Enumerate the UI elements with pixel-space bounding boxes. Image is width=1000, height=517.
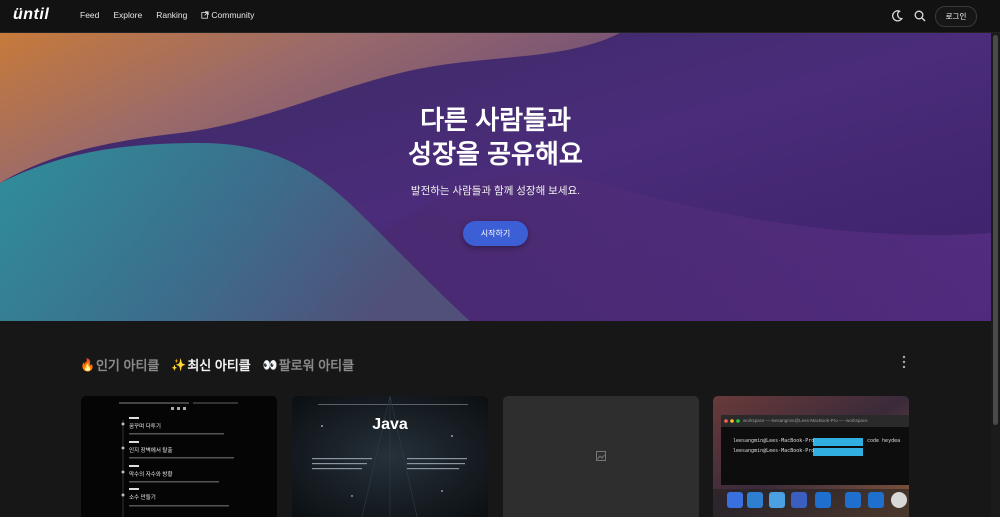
moon-icon[interactable] xyxy=(890,9,904,23)
article-card[interactable] xyxy=(503,396,699,517)
nav-ranking[interactable]: Ranking xyxy=(156,10,187,20)
login-button[interactable]: 로그인 xyxy=(935,6,977,27)
terminal-window-title: workspace — leesangmin@Lees-MacBook-Pro … xyxy=(743,418,868,423)
top-navbar: üntil Feed Explore Ranking Community 로그인 xyxy=(0,0,1000,33)
tab-follower-articles[interactable]: 👀 팔로워 아티클 xyxy=(263,355,354,374)
eyes-icon: 👀 xyxy=(262,357,278,372)
hero-title-line1: 다른 사람들과 xyxy=(420,105,571,135)
timeline-item: 인지 장벽에서 탈출 xyxy=(129,448,173,454)
start-button[interactable]: 시작하기 xyxy=(463,221,528,246)
sparkles-icon: ✨ xyxy=(171,357,187,372)
card-thumbnail xyxy=(292,396,488,517)
hero-title-line2: 성장을 공유해요 xyxy=(408,139,583,169)
card-thumbnail xyxy=(713,396,909,517)
image-icon xyxy=(596,451,606,461)
external-link-icon xyxy=(201,11,209,19)
nav-community-label: Community xyxy=(211,10,255,20)
article-tabs: 🔥 인기 아티클 ✨ 최신 아티클 👀 팔로워 아티클 xyxy=(80,355,354,374)
terminal-prompt: leesangmin@Lees-MacBook-Pro xyxy=(733,438,815,444)
tab-label: 최신 아티클 xyxy=(187,358,251,373)
timeline-item: 꿈꾸며 다투기 xyxy=(129,424,161,430)
card-heading: Java xyxy=(372,416,408,433)
tab-label: 인기 아티클 xyxy=(95,358,160,373)
article-card[interactable]: Java xyxy=(292,396,488,517)
logo[interactable]: üntil xyxy=(13,6,49,24)
tab-popular-articles[interactable]: 🔥 인기 아티클 xyxy=(80,355,159,374)
scrollbar-thumb[interactable] xyxy=(993,35,998,425)
timeline-item: 막수의 자수와 방황 xyxy=(129,472,173,478)
nav-community[interactable]: Community xyxy=(201,10,254,20)
nav-explore[interactable]: Explore xyxy=(113,10,142,20)
kebab-menu-icon[interactable] xyxy=(902,355,906,369)
terminal-prompt: leesangmin@Lees-MacBook-Pro xyxy=(733,448,815,454)
article-card[interactable]: 꿈꾸며 다투기 인지 장벽에서 탈출 막수의 자수와 방황 소수 만들기 xyxy=(81,396,277,517)
hero-subtitle: 발전하는 사람들과 함께 성장해 보세요. xyxy=(410,185,581,197)
tab-label: 팔로워 아티클 xyxy=(278,358,355,373)
tab-latest-articles[interactable]: ✨ 최신 아티클 xyxy=(171,355,250,374)
hero-background xyxy=(0,33,991,321)
article-card[interactable]: workspace — leesangmin@Lees-MacBook-Pro … xyxy=(713,396,909,517)
terminal-command: code heydea xyxy=(867,438,901,444)
hero-banner: 다른 사람들과 성장을 공유해요 발전하는 사람들과 함께 성장해 보세요. 시… xyxy=(0,33,991,321)
card-thumbnail xyxy=(119,402,238,517)
main-nav: Feed Explore Ranking Community xyxy=(80,10,254,20)
fire-icon: 🔥 xyxy=(80,357,95,372)
search-icon[interactable] xyxy=(913,9,927,23)
nav-feed[interactable]: Feed xyxy=(80,10,99,20)
timeline-item: 소수 만들기 xyxy=(129,495,156,501)
